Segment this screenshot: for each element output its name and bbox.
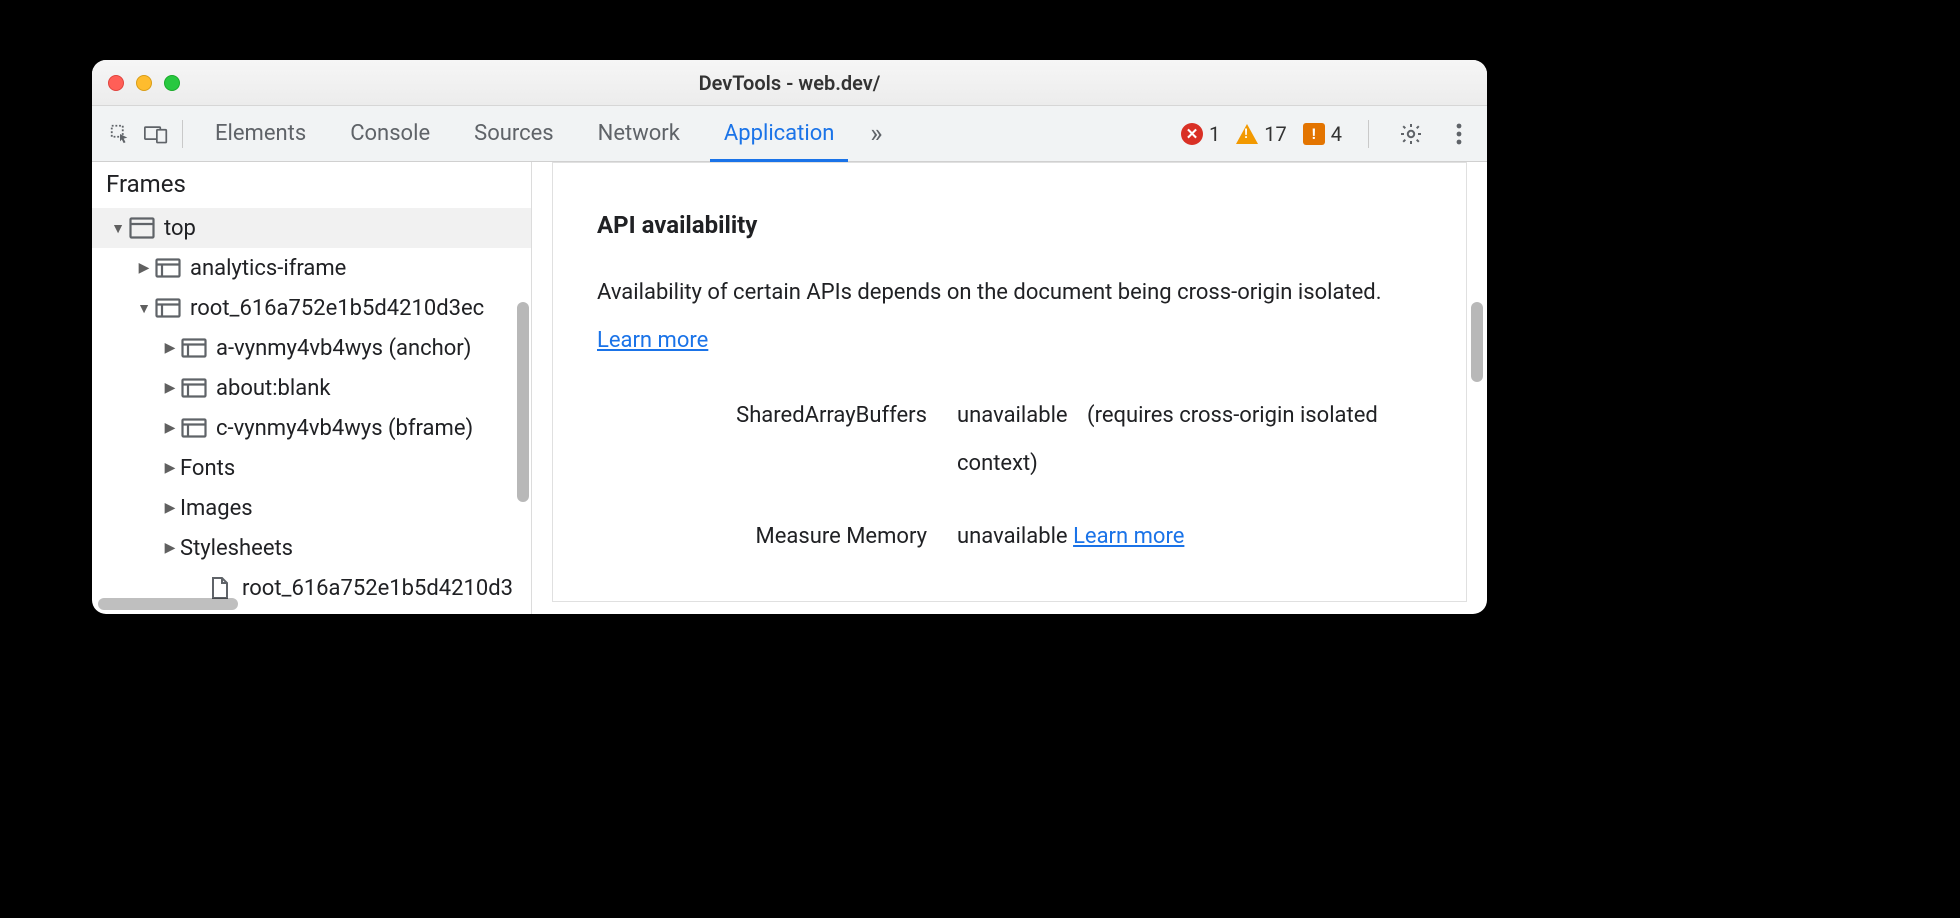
- frame-icon: [180, 377, 208, 399]
- panel-tabs: Elements Console Sources Network Applica…: [193, 106, 896, 161]
- description-text: Availability of certain APIs depends on …: [597, 280, 1382, 305]
- tab-console[interactable]: Console: [328, 106, 452, 161]
- tab-sources[interactable]: Sources: [452, 106, 576, 161]
- tree-row[interactable]: ▶ a-vynmy4vb4wys (anchor): [92, 328, 531, 368]
- tree-row[interactable]: ▶ analytics-iframe: [92, 248, 531, 288]
- frame-icon: [154, 297, 182, 319]
- chevron-down-icon[interactable]: ▼: [136, 300, 152, 317]
- chevron-double-right-icon: »: [870, 119, 882, 149]
- window-titlebar: DevTools - web.dev/: [92, 60, 1487, 106]
- api-value: unavailable Learn more: [957, 513, 1422, 561]
- tab-network[interactable]: Network: [576, 106, 702, 161]
- tab-label: Network: [598, 121, 680, 146]
- panel-body: Frames ▼ top ▶ analytics-iframe ▼ root_616a75…: [92, 162, 1487, 614]
- more-tabs-button[interactable]: »: [856, 106, 896, 161]
- tree-row[interactable]: ▶Images: [92, 488, 531, 528]
- tab-elements[interactable]: Elements: [193, 106, 328, 161]
- tree-row[interactable]: ▶Fonts: [92, 448, 531, 488]
- chevron-down-icon[interactable]: ▼: [110, 220, 126, 237]
- tree-row[interactable]: ▶Stylesheets: [92, 528, 531, 568]
- api-name: SharedArrayBuffers: [597, 392, 957, 440]
- sidebar-vertical-scrollbar[interactable]: [517, 302, 529, 502]
- issues-badge[interactable]: ! 4: [1303, 122, 1342, 146]
- chevron-right-icon[interactable]: ▶: [136, 260, 152, 276]
- api-status: unavailable: [957, 524, 1068, 549]
- devtools-window: DevTools - web.dev/ Elements Console Sou…: [92, 60, 1487, 614]
- inspect-element-icon[interactable]: [104, 118, 136, 150]
- tree-node-label: analytics-iframe: [190, 256, 346, 281]
- errors-badge[interactable]: ✕ 1: [1181, 122, 1220, 146]
- tab-label: Console: [350, 121, 430, 146]
- learn-more-link[interactable]: Learn more: [1073, 524, 1184, 549]
- tree-node-label: root_616a752e1b5d4210d3: [242, 576, 513, 601]
- main-vertical-scrollbar[interactable]: [1471, 302, 1483, 382]
- toolbar-right: ✕ 1 17 ! 4: [1181, 118, 1475, 150]
- warning-icon: [1236, 124, 1258, 144]
- tree-node-label: c-vynmy4vb4wys (bframe): [216, 416, 473, 441]
- toolbar-separator: [1368, 120, 1369, 148]
- tree-node-label: Fonts: [180, 456, 235, 481]
- chevron-right-icon[interactable]: ▶: [162, 540, 178, 556]
- api-status: unavailable: [957, 403, 1068, 428]
- toolbar-separator: [182, 120, 183, 148]
- tree-node-label: about:blank: [216, 376, 331, 401]
- api-availability-table: SharedArrayBuffersunavailable (requires …: [597, 392, 1422, 561]
- frame-details-panel: API availability Availability of certain…: [532, 162, 1487, 614]
- tree-row[interactable]: ▶ c-vynmy4vb4wys (bframe): [92, 408, 531, 448]
- frame-icon: [180, 337, 208, 359]
- section-title: API availability: [597, 211, 1422, 239]
- error-icon: ✕: [1181, 123, 1203, 145]
- api-row: Measure Memoryunavailable Learn more: [597, 513, 1422, 561]
- chevron-right-icon[interactable]: ▶: [162, 500, 178, 516]
- doc-icon: [206, 577, 234, 599]
- api-name: Measure Memory: [597, 513, 957, 561]
- window-icon: [128, 217, 156, 239]
- tree-node-label: root_616a752e1b5d4210d3ec: [190, 296, 484, 321]
- tree-row[interactable]: ▼ root_616a752e1b5d4210d3ec: [92, 288, 531, 328]
- warnings-count: 17: [1264, 122, 1286, 146]
- api-value: unavailable (requires cross-origin isola…: [957, 392, 1422, 489]
- api-row: SharedArrayBuffersunavailable (requires …: [597, 392, 1422, 489]
- chevron-right-icon[interactable]: ▶: [162, 460, 178, 476]
- tree-node-label: Stylesheets: [180, 536, 293, 561]
- frames-sidebar: Frames ▼ top ▶ analytics-iframe ▼ root_616a75…: [92, 162, 532, 614]
- window-title: DevTools - web.dev/: [699, 71, 881, 95]
- errors-count: 1: [1209, 122, 1220, 146]
- tab-label: Application: [724, 121, 834, 146]
- frame-icon: [180, 417, 208, 439]
- issues-count: 4: [1331, 122, 1342, 146]
- maximize-window-button[interactable]: [164, 75, 180, 91]
- settings-button[interactable]: [1395, 118, 1427, 150]
- sidebar-heading: Frames: [92, 162, 531, 208]
- learn-more-link[interactable]: Learn more: [597, 328, 708, 353]
- chevron-right-icon[interactable]: ▶: [162, 420, 178, 436]
- frame-icon: [154, 257, 182, 279]
- tree-node-label: Images: [180, 496, 253, 521]
- tree-row[interactable]: ▶ about:blank: [92, 368, 531, 408]
- tab-label: Elements: [215, 121, 306, 146]
- tree-node-label: a-vynmy4vb4wys (anchor): [216, 336, 471, 361]
- frames-tree[interactable]: ▼ top ▶ analytics-iframe ▼ root_616a752e1b5d4…: [92, 208, 531, 614]
- warnings-badge[interactable]: 17: [1236, 122, 1286, 146]
- more-options-button[interactable]: [1443, 118, 1475, 150]
- device-toolbar-icon[interactable]: [140, 118, 172, 150]
- issue-icon: !: [1303, 123, 1325, 145]
- sidebar-horizontal-scrollbar[interactable]: [98, 598, 238, 610]
- chevron-right-icon[interactable]: ▶: [162, 380, 178, 396]
- traffic-lights: [108, 75, 180, 91]
- tab-application[interactable]: Application: [702, 106, 856, 161]
- tab-label: Sources: [474, 121, 554, 146]
- api-availability-section: API availability Availability of certain…: [552, 162, 1467, 602]
- close-window-button[interactable]: [108, 75, 124, 91]
- tree-node-label: top: [164, 216, 196, 241]
- devtools-toolbar: Elements Console Sources Network Applica…: [92, 106, 1487, 162]
- section-description: Availability of certain APIs depends on …: [597, 269, 1422, 366]
- chevron-right-icon[interactable]: ▶: [162, 340, 178, 356]
- tree-row[interactable]: ▼ top: [92, 208, 531, 248]
- minimize-window-button[interactable]: [136, 75, 152, 91]
